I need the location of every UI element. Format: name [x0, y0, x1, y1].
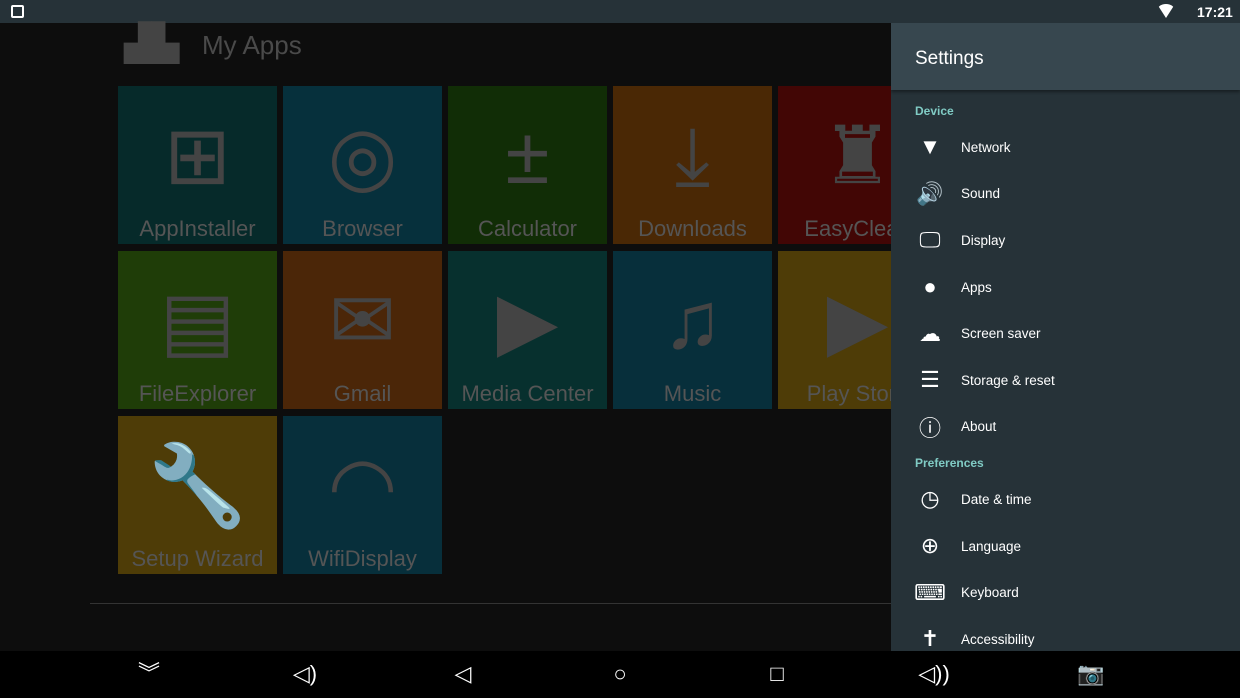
image-icon	[11, 5, 24, 18]
settings-item-label: Accessibility	[961, 631, 1035, 647]
settings-item-label: Network	[961, 139, 1011, 155]
recents-button[interactable]: □	[760, 659, 794, 689]
settings-item-sound[interactable]: 🔊 Sound	[891, 171, 1240, 218]
app-label: Gmail	[333, 381, 392, 406]
clock: 17:21	[1197, 4, 1233, 20]
settings-item-language[interactable]: ⊕ Language	[891, 523, 1240, 570]
settings-item-label: Screen saver	[961, 326, 1041, 342]
app-installer-icon: ⊞	[163, 111, 232, 200]
home-icon: ○	[613, 661, 627, 686]
calculator-icon: ±	[505, 111, 550, 200]
settings-item-apps[interactable]: ● Apps	[891, 264, 1240, 311]
accessibility-icon: ✝	[920, 626, 940, 651]
app-label: AppInstaller	[139, 216, 256, 241]
app-tile[interactable]: ± Calculator	[448, 86, 607, 244]
settings-item-label: Apps	[961, 279, 992, 295]
app-label: Downloads	[638, 216, 747, 241]
settings-panel: Settings Device ▼ Network 🔊 Sound 🖵 Display ● Ap…	[891, 23, 1240, 651]
app-tile[interactable]: ✉ Gmail	[283, 251, 442, 409]
settings-item-storage-reset[interactable]: ☰ Storage & reset	[891, 357, 1240, 404]
volume-up-icon: ◁))	[918, 661, 950, 686]
home-button[interactable]: ○	[603, 659, 637, 689]
keyboard-icon: ⌨	[914, 579, 946, 605]
clapperboard-icon: ▶	[496, 276, 559, 365]
wifi-icon	[1157, 4, 1175, 18]
monitor-icon: 🖵	[919, 227, 941, 253]
music-note-icon: ♫	[662, 276, 723, 365]
app-label: Setup Wizard	[131, 546, 264, 571]
section-header: Preferences	[915, 456, 984, 471]
settings-title: Settings	[891, 23, 1240, 90]
divider	[90, 603, 891, 604]
screensaver-icon: ☁	[919, 320, 941, 346]
status-bar: 17:21	[0, 0, 1240, 23]
app-tile[interactable]: ♫ Music	[613, 251, 772, 409]
app-label: Media Center	[461, 381, 594, 406]
globe-icon: ⊕	[920, 533, 940, 559]
settings-item-label: Language	[961, 538, 1022, 554]
volume-up-button[interactable]: ◁))	[917, 659, 951, 689]
settings-item-label: Storage & reset	[961, 372, 1055, 388]
volume-down-button[interactable]: ◁)	[288, 659, 322, 689]
camera-icon: 📷	[1077, 661, 1105, 686]
settings-item-label: Display	[961, 232, 1006, 248]
launcher: ▟▙ My Apps ⊞ AppInstaller ◎ Browser ± Calcula…	[0, 22, 937, 651]
settings-item-label: About	[961, 419, 997, 435]
app-tile[interactable]: ◎ Browser	[283, 86, 442, 244]
storage-icon: ☰	[920, 367, 940, 393]
settings-item-keyboard[interactable]: ⌨ Keyboard	[891, 569, 1240, 616]
settings-item-label: Sound	[961, 186, 1001, 202]
settings-item-accessibility[interactable]: ✝ Accessibility	[891, 616, 1240, 651]
screenshot-button[interactable]: 📷	[1074, 659, 1108, 689]
section-header: Device	[915, 104, 954, 118]
wrench-icon: 🔧	[147, 441, 248, 530]
back-button[interactable]: ◁	[446, 659, 480, 689]
settings-item-label: Date & time	[961, 491, 1032, 507]
android-icon: ▟▙	[124, 22, 180, 63]
settings-item-display[interactable]: 🖵 Display	[891, 217, 1240, 264]
navigation-bar: ︾ ◁) ◁ ○ □ ◁)) 📷	[0, 651, 1240, 698]
app-label: Calculator	[477, 216, 578, 241]
wifi-icon: ▼	[919, 134, 941, 160]
app-tile[interactable]: 🔧 Setup Wizard	[118, 416, 277, 574]
settings-item-screen-saver[interactable]: ☁ Screen saver	[891, 310, 1240, 357]
app-tile[interactable]: ⤓ Downloads	[613, 86, 772, 244]
download-icon: ⤓	[674, 111, 711, 200]
app-label: Browser	[322, 216, 403, 241]
volume-down-icon: ◁)	[292, 661, 318, 686]
settings-item-about[interactable]: ⓘ About	[891, 404, 1240, 451]
settings-item-network[interactable]: ▼ Network	[891, 124, 1240, 171]
recents-icon: □	[770, 661, 784, 686]
speaker-icon: 🔊	[916, 180, 944, 206]
app-tile[interactable]: ◠ WifiDisplay	[283, 416, 442, 574]
app-label: WifiDisplay	[308, 546, 417, 571]
collapse-button[interactable]: ︾	[132, 659, 166, 689]
app-tile[interactable]: ▶ Media Center	[448, 251, 607, 409]
back-icon: ◁	[454, 661, 472, 686]
file-icon: ▤	[159, 276, 236, 365]
app-tile[interactable]: ⊞ AppInstaller	[118, 86, 277, 244]
compass-icon: ◎	[327, 111, 398, 200]
double-chevron-down-icon: ︾	[137, 661, 160, 686]
settings-item-label: Keyboard	[961, 585, 1019, 601]
app-label: FileExplorer	[138, 381, 257, 406]
page-title: My Apps	[202, 30, 302, 60]
gmail-icon: ✉	[328, 276, 397, 365]
wifi-display-icon: ◠	[327, 441, 398, 530]
info-icon: ⓘ	[918, 415, 941, 441]
clock-icon: ◷	[920, 486, 940, 512]
app-label: Music	[663, 381, 722, 406]
android-icon: ●	[923, 274, 937, 300]
settings-item-date-time[interactable]: ◷ Date & time	[891, 476, 1240, 523]
app-tile[interactable]: ▤ FileExplorer	[118, 251, 277, 409]
